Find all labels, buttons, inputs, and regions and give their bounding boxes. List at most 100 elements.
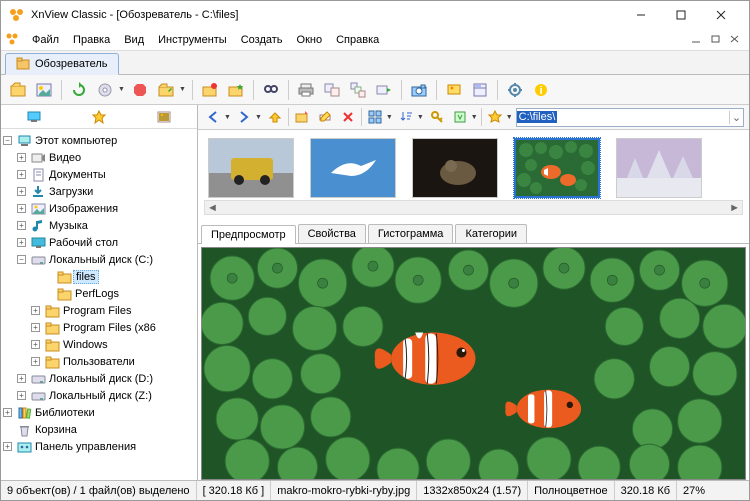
menu-tools[interactable]: Инструменты (151, 32, 234, 48)
menu-view[interactable]: Вид (117, 32, 151, 48)
tool-search[interactable] (260, 79, 282, 101)
address-dropdown-icon[interactable]: ⌄ (729, 111, 743, 124)
tree-folder-files[interactable]: files (73, 270, 99, 284)
expand-icon[interactable]: + (3, 442, 12, 451)
tool-folder-new[interactable] (199, 79, 221, 101)
tree-folder-windows[interactable]: Windows (63, 339, 108, 351)
view-mode-button[interactable] (365, 107, 385, 127)
folder-tree[interactable]: − Этот компьютер + Видео + Документы + Загру… (1, 129, 197, 480)
tab-properties[interactable]: Свойства (298, 224, 366, 243)
expand-icon[interactable]: + (17, 238, 26, 247)
nav-up-button[interactable] (265, 107, 285, 127)
tool-convert[interactable] (321, 79, 343, 101)
tool-cd[interactable] (94, 79, 116, 101)
expand-icon[interactable]: + (17, 374, 26, 383)
tree-recycle[interactable]: Корзина (35, 424, 77, 436)
mdi-close-icon[interactable] (729, 34, 745, 46)
tool-camera[interactable] (408, 79, 430, 101)
thumbnail-item[interactable] (616, 138, 702, 198)
tool-stop[interactable] (129, 79, 151, 101)
expand-icon[interactable]: + (17, 187, 26, 196)
menu-file[interactable]: Файл (25, 32, 66, 48)
chevron-down-icon[interactable]: ▼ (386, 114, 393, 121)
mdi-minimize-icon[interactable] (691, 34, 707, 46)
chevron-down-icon[interactable]: ▼ (255, 114, 262, 121)
expand-icon[interactable]: + (17, 204, 26, 213)
tab-categories[interactable]: Категории (455, 224, 527, 243)
menu-create[interactable]: Создать (234, 32, 290, 48)
chevron-down-icon[interactable]: ▼ (417, 114, 424, 121)
tree-folder-pf86[interactable]: Program Files (x86 (63, 322, 156, 334)
star-icon[interactable] (91, 109, 107, 125)
expand-icon[interactable]: + (3, 408, 12, 417)
expand-icon[interactable]: + (17, 221, 26, 230)
tree-folder-perflogs[interactable]: PerfLogs (75, 288, 119, 300)
mdi-restore-icon[interactable] (710, 34, 726, 46)
tool-batch-convert[interactable] (347, 79, 369, 101)
menu-help[interactable]: Справка (329, 32, 386, 48)
sort-button[interactable] (396, 107, 416, 127)
tree-control[interactable]: Панель управления (35, 441, 136, 453)
tree-disk-z[interactable]: Локальный диск (Z:) (49, 390, 152, 402)
menu-edit[interactable]: Правка (66, 32, 117, 48)
thumbnail-item[interactable] (412, 138, 498, 198)
tree-disk-d[interactable]: Локальный диск (D:) (49, 373, 153, 385)
thumbnail-scrollbar[interactable]: ◄► (204, 200, 743, 215)
tree-desktop[interactable]: Рабочий стол (49, 237, 118, 249)
tool-help[interactable]: i (530, 79, 552, 101)
tool-slideshow[interactable] (443, 79, 465, 101)
expand-icon[interactable]: + (31, 306, 40, 315)
minimize-button[interactable] (621, 3, 661, 27)
tool-settings[interactable] (504, 79, 526, 101)
thumbnail-item[interactable] (310, 138, 396, 198)
tree-disk-c[interactable]: Локальный диск (C:) (49, 254, 153, 266)
new-folder-button[interactable] (292, 107, 312, 127)
thumbnail-item-selected[interactable] (514, 138, 600, 198)
tool-open-folder[interactable] (155, 79, 177, 101)
thumbnail-item[interactable] (208, 138, 294, 198)
tool-image-viewer[interactable] (33, 79, 55, 101)
expand-icon[interactable]: + (31, 357, 40, 366)
favorites-button[interactable] (485, 107, 505, 127)
chevron-down-icon[interactable]: ▼ (118, 86, 125, 93)
expand-icon[interactable]: + (17, 153, 26, 162)
preview-image[interactable] (201, 247, 746, 480)
filter-button[interactable] (450, 107, 470, 127)
chevron-down-icon[interactable]: ▼ (471, 114, 478, 121)
tree-downloads[interactable]: Загрузки (49, 186, 93, 198)
tool-refresh[interactable] (68, 79, 90, 101)
monitor-icon[interactable] (26, 109, 42, 125)
chevron-down-icon[interactable]: ▼ (179, 86, 186, 93)
tool-folder-star[interactable] (225, 79, 247, 101)
expand-icon[interactable]: + (31, 323, 40, 332)
expand-icon[interactable]: + (31, 340, 40, 349)
tree-folder-pf[interactable]: Program Files (63, 305, 131, 317)
menu-window[interactable]: Окно (290, 32, 330, 48)
tree-libraries[interactable]: Библиотеки (35, 407, 95, 419)
tab-browser[interactable]: Обозреватель (5, 53, 119, 75)
tree-images[interactable]: Изображения (49, 203, 118, 215)
rename-button[interactable] (315, 107, 335, 127)
tool-webpage[interactable] (469, 79, 491, 101)
close-button[interactable] (701, 3, 741, 27)
chevron-down-icon[interactable]: ▼ (506, 114, 513, 121)
picture-icon[interactable] (156, 109, 172, 125)
tool-open-browser[interactable] (7, 79, 29, 101)
collapse-icon[interactable]: − (3, 136, 12, 145)
key-button[interactable] (427, 107, 447, 127)
tool-batch-export[interactable] (373, 79, 395, 101)
nav-back-button[interactable] (203, 107, 223, 127)
maximize-button[interactable] (661, 3, 701, 27)
tree-root[interactable]: Этот компьютер (35, 135, 117, 147)
tool-print[interactable] (295, 79, 317, 101)
tab-histogram[interactable]: Гистограмма (368, 224, 454, 243)
tree-music[interactable]: Музыка (49, 220, 88, 232)
tab-preview[interactable]: Предпросмотр (201, 225, 296, 244)
expand-icon[interactable]: + (17, 170, 26, 179)
tree-folder-users[interactable]: Пользователи (63, 356, 135, 368)
tree-video[interactable]: Видео (49, 152, 81, 164)
collapse-icon[interactable]: − (17, 255, 26, 264)
chevron-down-icon[interactable]: ▼ (224, 114, 231, 121)
tree-documents[interactable]: Документы (49, 169, 106, 181)
address-input[interactable]: C:\files\ ⌄ (516, 108, 744, 127)
